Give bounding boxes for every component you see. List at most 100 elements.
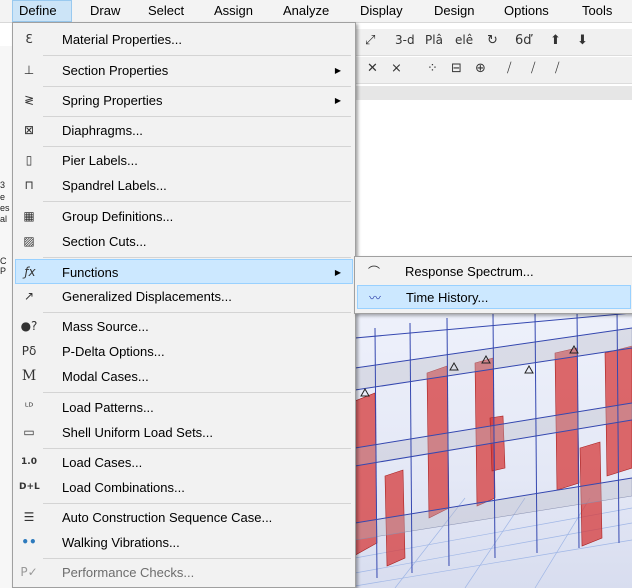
toolbar-button-plan[interactable]: Plâ — [425, 33, 443, 47]
diaphragm-icon: ⊠ — [23, 123, 35, 137]
menu-item-walking-vibrations[interactable]: •• Walking Vibrations... — [15, 530, 353, 555]
menu-item-label: Load Cases... — [62, 455, 143, 470]
rotate-icon[interactable]: ↻ — [487, 33, 498, 48]
menu-item-performance-checks: P✓ Performance Checks... — [15, 560, 353, 585]
menu-item-label: Section Properties — [62, 63, 169, 78]
menu-separator — [43, 146, 351, 147]
toolbar-tool-7[interactable]: ⧸ — [531, 61, 535, 76]
spring-icon: ≷ — [23, 93, 35, 107]
menu-item-load-cases[interactable]: 1.0 Load Cases... — [15, 450, 353, 475]
menu-analyze[interactable]: Analyze — [277, 0, 335, 22]
menu-separator — [43, 312, 351, 313]
submenu-item-response-spectrum[interactable]: ⌒ Response Spectrum... — [357, 260, 631, 284]
submenu-item-time-history[interactable]: 〰 Time History... — [357, 285, 631, 309]
panel-divider — [355, 86, 632, 100]
menu-item-material-properties[interactable]: Ɛ Material Properties... — [15, 27, 353, 52]
menu-item-label: Section Cuts... — [62, 234, 147, 249]
edge-text: C — [0, 256, 7, 266]
menu-item-spring-properties[interactable]: ≷ Spring Properties ▶ — [15, 88, 353, 113]
performance-icon: P✓ — [20, 565, 38, 579]
menu-bar: Define Draw Select Assign Analyze Displa… — [0, 0, 632, 23]
edge-text: P — [0, 266, 7, 276]
toolbar-tool-6[interactable]: ⧸ — [507, 61, 511, 76]
menu-separator — [43, 503, 351, 504]
menu-item-p-delta-options[interactable]: Pδ P-Delta Options... — [15, 339, 353, 364]
menu-separator — [43, 55, 351, 56]
toolbar-tool-3[interactable]: ⁘ — [427, 61, 438, 76]
menu-item-label: Walking Vibrations... — [62, 535, 180, 550]
menu-item-shell-uniform-load-sets[interactable]: ▭ Shell Uniform Load Sets... — [15, 420, 353, 445]
edge-text: al — [0, 214, 8, 224]
function-icon: ƒx — [24, 265, 36, 279]
toolbar-tool-1[interactable]: ✕ — [367, 61, 378, 76]
construction-icon: ☰ — [23, 510, 35, 524]
modal-icon: M — [21, 368, 37, 384]
arrow-down-icon[interactable]: ⬇ — [577, 33, 588, 48]
response-spectrum-icon: ⌒ — [367, 265, 380, 279]
toolbar-tool-4[interactable]: ⊟ — [451, 61, 462, 76]
menu-item-diaphragms[interactable]: ⊠ Diaphragms... — [15, 118, 353, 143]
menu-item-spandrel-labels[interactable]: ⊓ Spandrel Labels... — [15, 173, 353, 198]
menu-item-mass-source[interactable]: ●? Mass Source... — [15, 314, 353, 339]
menu-item-label: Auto Construction Sequence Case... — [62, 510, 273, 525]
arrow-up-icon[interactable]: ⬆ — [550, 33, 561, 48]
group-icon: ▦ — [23, 209, 35, 223]
menu-item-load-combinations[interactable]: D+L Load Combinations... — [15, 475, 353, 500]
menu-draw[interactable]: Draw — [84, 0, 126, 22]
submenu-arrow-icon: ▶ — [334, 96, 341, 105]
edge-text: e — [0, 192, 6, 202]
menu-item-modal-cases[interactable]: M Modal Cases... — [15, 364, 353, 389]
spandrel-icon: ⊓ — [24, 178, 34, 192]
model-3d-viewport[interactable] — [355, 308, 632, 588]
toolbar-button-1[interactable]: ⤢ — [365, 33, 375, 48]
toolbar-tool-2[interactable]: ⨯ — [391, 61, 402, 76]
menu-separator — [43, 116, 351, 117]
menu-item-label: Mass Source... — [62, 319, 149, 334]
toolbar-button-3d[interactable]: 3-d — [395, 33, 415, 47]
menu-item-label: Group Definitions... — [62, 209, 174, 224]
submenu-item-label: Response Spectrum... — [405, 264, 534, 279]
displacement-icon: ↗ — [23, 289, 35, 303]
shell-load-icon: ▭ — [23, 425, 35, 439]
menu-options[interactable]: Options — [498, 0, 555, 22]
menu-item-label: Modal Cases... — [62, 369, 149, 384]
toolbar-tool-8[interactable]: ⧸ — [555, 61, 559, 76]
menu-item-label: P-Delta Options... — [62, 344, 165, 359]
toolbar-row-1: ⤢ 3-d Plâ elê ↻ 6ď ⬆ ⬇ — [355, 29, 632, 56]
edge-text: es — [0, 203, 10, 213]
menu-design[interactable]: Design — [428, 0, 480, 22]
menu-tools[interactable]: Tools — [576, 0, 618, 22]
menu-item-section-properties[interactable]: ⊥ Section Properties ▶ — [15, 58, 353, 83]
menu-item-functions[interactable]: ƒx Functions ▶ — [15, 259, 353, 284]
menu-separator — [43, 558, 351, 559]
edge-text: 3 — [0, 180, 6, 190]
submenu-item-label: Time History... — [406, 290, 489, 305]
toolbar-button-elev[interactable]: elê — [455, 33, 473, 47]
menu-item-pier-labels[interactable]: ▯ Pier Labels... — [15, 148, 353, 173]
menu-select[interactable]: Select — [142, 0, 190, 22]
toolbar-row-2: ✕ ⨯ ⁘ ⊟ ⊕ ⧸ ⧸ ⧸ — [355, 57, 632, 84]
menu-item-auto-construction-sequence[interactable]: ☰ Auto Construction Sequence Case... — [15, 505, 353, 530]
menu-define[interactable]: Define — [12, 0, 72, 22]
structure-model-drawing — [355, 308, 632, 588]
submenu-arrow-icon: ▶ — [334, 66, 341, 75]
left-panel-edge — [0, 46, 12, 588]
menu-item-load-patterns[interactable]: ᴸᴰ Load Patterns... — [15, 395, 353, 420]
toolbar-button-6[interactable]: 6ď — [515, 33, 532, 48]
define-menu: Ɛ Material Properties... ⊥ Section Prope… — [12, 22, 356, 588]
menu-item-group-definitions[interactable]: ▦ Group Definitions... — [15, 204, 353, 229]
menu-item-generalized-displacements[interactable]: ↗ Generalized Displacements... — [15, 284, 353, 309]
load-pattern-icon: ᴸᴰ — [24, 402, 34, 413]
load-case-icon: 1.0 — [21, 457, 37, 467]
menu-item-label: Pier Labels... — [62, 153, 138, 168]
menu-separator — [43, 86, 351, 87]
menu-item-label: Generalized Displacements... — [62, 289, 232, 304]
menu-item-label: Performance Checks... — [62, 565, 195, 580]
menu-assign[interactable]: Assign — [208, 0, 259, 22]
menu-separator — [43, 392, 351, 393]
toolbar-tool-5[interactable]: ⊕ — [475, 61, 486, 76]
menu-display[interactable]: Display — [354, 0, 409, 22]
menu-separator — [43, 257, 351, 258]
menu-item-label: Functions — [62, 265, 119, 280]
menu-item-section-cuts[interactable]: ▨ Section Cuts... — [15, 229, 353, 254]
